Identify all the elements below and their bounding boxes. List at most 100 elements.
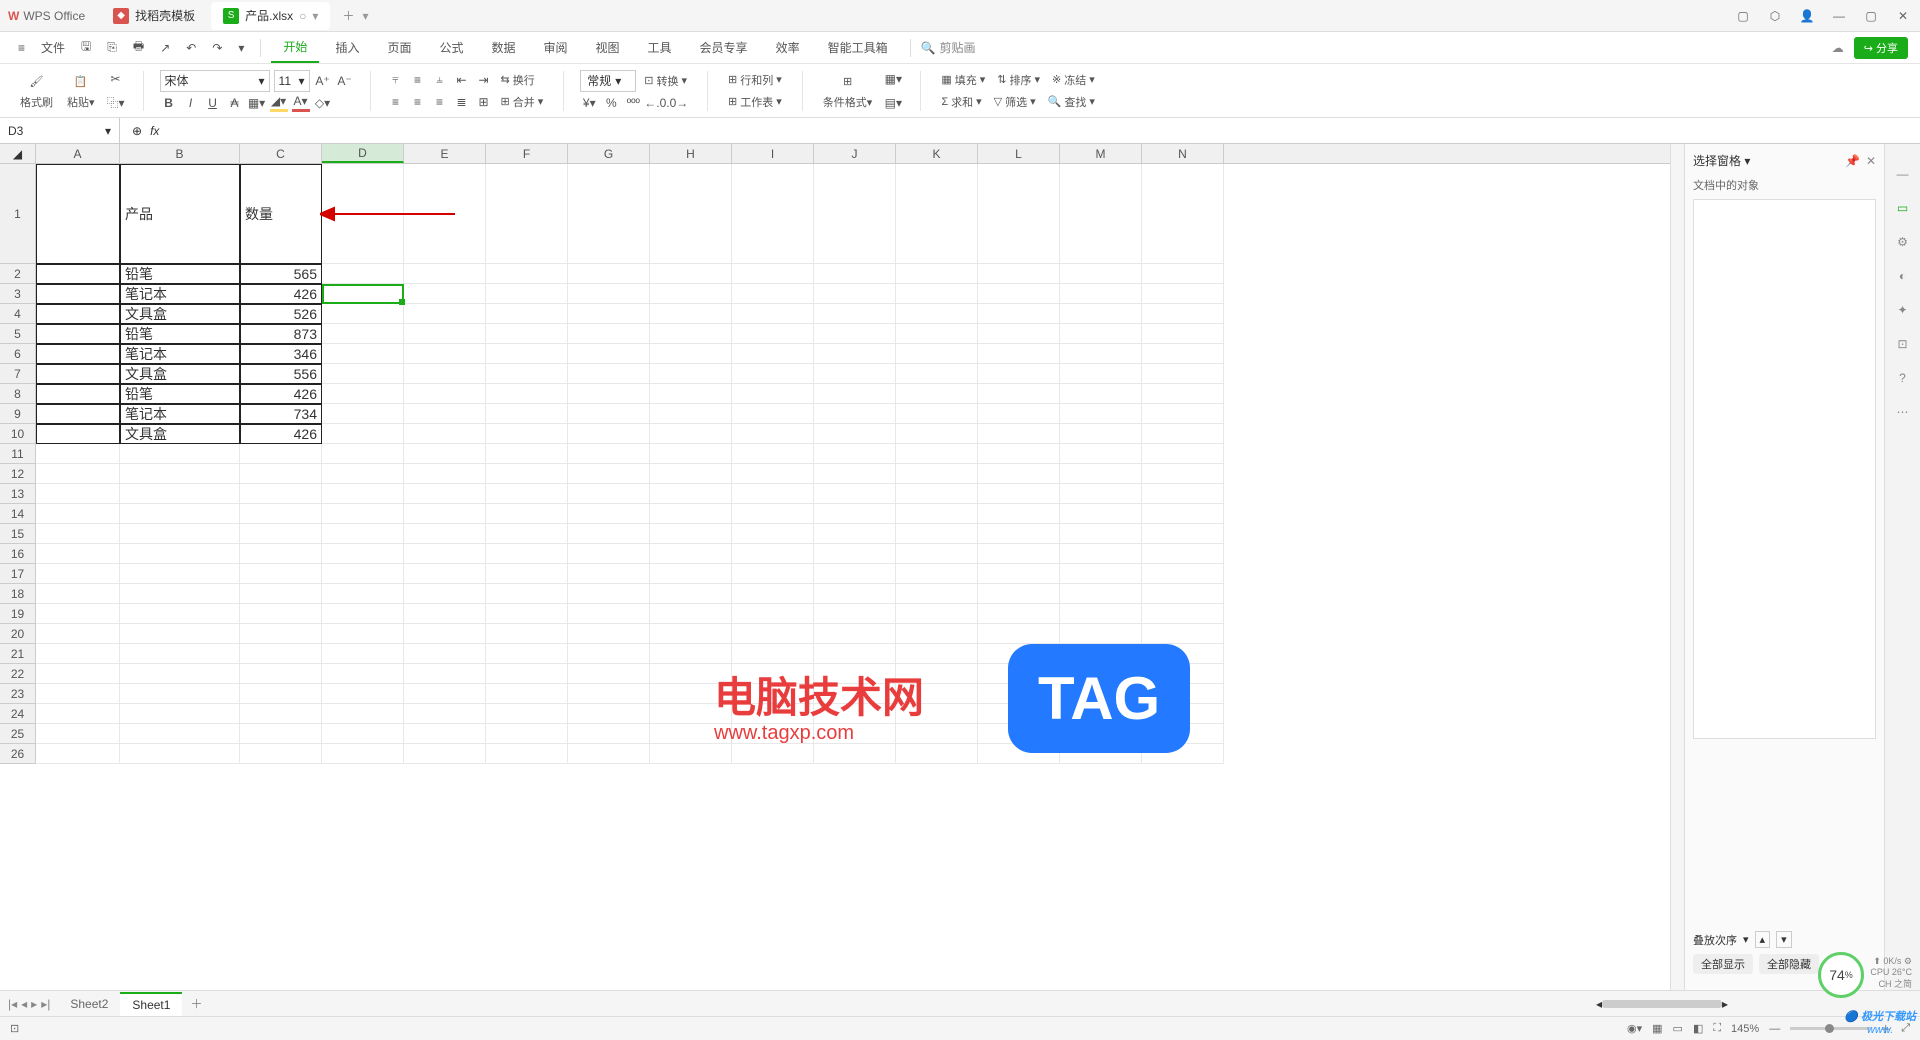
row-header-7[interactable]: 7 xyxy=(0,364,35,384)
cell[interactable]: 铅笔 xyxy=(120,324,240,344)
cell[interactable]: 873 xyxy=(240,324,322,344)
cell[interactable]: 数量 xyxy=(240,164,322,264)
search-text[interactable]: 剪贴画 xyxy=(940,39,976,56)
filter-button[interactable]: ▽筛选▾ xyxy=(990,92,1040,112)
help-tool-icon[interactable]: ? xyxy=(1893,368,1913,388)
zoom-value[interactable]: 145% xyxy=(1731,1023,1759,1035)
row-header-26[interactable]: 26 xyxy=(0,744,35,764)
row-header-3[interactable]: 3 xyxy=(0,284,35,304)
menu-tab-view[interactable]: 视图 xyxy=(584,33,632,62)
spreadsheet-grid[interactable]: ◢ ABCDEFGHIJKLMN 12345678910111213141516… xyxy=(0,144,1684,990)
indent-right-icon[interactable]: ⇥ xyxy=(475,71,493,89)
save-icon[interactable]: 🖫 xyxy=(75,33,97,62)
row-header-22[interactable]: 22 xyxy=(0,664,35,684)
cell[interactable]: 笔记本 xyxy=(120,344,240,364)
menu-tab-review[interactable]: 审阅 xyxy=(532,33,580,62)
row-header-8[interactable]: 8 xyxy=(0,384,35,404)
cell[interactable] xyxy=(36,324,120,344)
horizontal-scrollbar[interactable]: ◂▸ xyxy=(1412,997,1912,1011)
cell[interactable]: 文具盒 xyxy=(120,424,240,444)
show-all-button[interactable]: 全部显示 xyxy=(1693,954,1753,974)
percent-icon[interactable]: % xyxy=(602,94,620,112)
underline-icon[interactable]: U xyxy=(204,94,222,112)
font-grow-icon[interactable]: A⁺ xyxy=(314,72,332,90)
align-left-icon[interactable]: ≡ xyxy=(387,93,405,111)
clear-format-icon[interactable]: ◇▾ xyxy=(314,94,332,112)
cell[interactable]: 产品 xyxy=(120,164,240,264)
style-tool-icon[interactable]: ◐ xyxy=(1893,266,1913,286)
row-header-19[interactable]: 19 xyxy=(0,604,35,624)
cell[interactable]: 铅笔 xyxy=(120,264,240,284)
print-icon[interactable]: ⎘ xyxy=(101,36,123,59)
tab-template[interactable]: ◆ 找稻壳模板 xyxy=(101,2,207,30)
hide-all-button[interactable]: 全部隐藏 xyxy=(1759,954,1819,974)
cell[interactable]: 文具盒 xyxy=(120,364,240,384)
col-header-J[interactable]: J xyxy=(814,144,896,163)
font-name-select[interactable]: 宋体▾ xyxy=(160,70,270,92)
strike-icon[interactable]: ₳ xyxy=(226,94,244,112)
cell[interactable] xyxy=(36,364,120,384)
eye-icon[interactable]: ◉▾ xyxy=(1627,1022,1642,1035)
bold-icon[interactable]: B xyxy=(160,94,178,112)
row-header-23[interactable]: 23 xyxy=(0,684,35,704)
col-header-K[interactable]: K xyxy=(896,144,978,163)
object-list[interactable] xyxy=(1693,199,1876,739)
merge-button[interactable]: ⊞合并▾ xyxy=(497,92,548,112)
align-top-icon[interactable]: ⫧ xyxy=(387,71,405,89)
fx-icon[interactable]: fx xyxy=(150,124,159,138)
hamburger-icon[interactable]: ≡ xyxy=(12,37,31,59)
row-header-14[interactable]: 14 xyxy=(0,504,35,524)
zoom-formula-icon[interactable]: ⊕ xyxy=(132,124,142,138)
row-header-21[interactable]: 21 xyxy=(0,644,35,664)
tab-dropdown-icon[interactable]: ▾ xyxy=(312,9,318,23)
row-header-16[interactable]: 16 xyxy=(0,544,35,564)
fullscreen-icon[interactable]: ⛶ xyxy=(1713,1022,1721,1035)
col-header-N[interactable]: N xyxy=(1142,144,1224,163)
move-down-icon[interactable]: ▾ xyxy=(1776,931,1792,948)
sum-button[interactable]: Σ求和▾ xyxy=(937,92,985,112)
sheet-prev-icon[interactable]: ◂ xyxy=(21,997,27,1011)
select-all-corner[interactable]: ◢ xyxy=(0,144,36,164)
app-icon-2[interactable]: ⬡ xyxy=(1766,7,1784,25)
export-icon[interactable]: ↗ xyxy=(154,37,176,59)
dropdown-icon[interactable]: ▾ xyxy=(232,37,250,59)
zoom-out-icon[interactable]: — xyxy=(1769,1023,1780,1035)
orientation-icon[interactable]: ⊞ xyxy=(475,93,493,111)
col-header-I[interactable]: I xyxy=(732,144,814,163)
row-header-2[interactable]: 2 xyxy=(0,264,35,284)
font-size-select[interactable]: 11▾ xyxy=(274,70,310,92)
align-justify-icon[interactable]: ≣ xyxy=(453,93,471,111)
row-header-1[interactable]: 1 xyxy=(0,164,35,264)
row-header-11[interactable]: 11 xyxy=(0,444,35,464)
sheet-tab-sheet1[interactable]: Sheet1 xyxy=(120,992,182,1016)
cell[interactable] xyxy=(36,384,120,404)
cloud-icon[interactable]: ☁ xyxy=(1832,41,1844,55)
maximize-icon[interactable]: ▢ xyxy=(1862,7,1880,25)
status-left-icon[interactable]: ⊡ xyxy=(10,1022,19,1035)
currency-icon[interactable]: ¥▾ xyxy=(580,94,598,112)
tab-menu-icon[interactable]: ○ xyxy=(299,9,306,23)
row-header-6[interactable]: 6 xyxy=(0,344,35,364)
col-header-L[interactable]: L xyxy=(978,144,1060,163)
add-sheet-button[interactable]: ＋ xyxy=(182,991,210,1016)
cell[interactable] xyxy=(36,164,120,264)
minimize-side-icon[interactable]: — xyxy=(1893,164,1913,184)
menu-tab-start[interactable]: 开始 xyxy=(271,32,319,63)
close-pane-icon[interactable]: ✕ xyxy=(1866,154,1876,168)
font-color-icon[interactable]: A▾ xyxy=(292,94,310,112)
cell[interactable]: 556 xyxy=(240,364,322,384)
decimal-inc-icon[interactable]: ←.0 xyxy=(646,94,664,112)
col-header-E[interactable]: E xyxy=(404,144,486,163)
sheet-next-icon[interactable]: ▸ xyxy=(31,997,37,1011)
cut-icon[interactable]: ✂ xyxy=(105,68,127,90)
page-view-icon[interactable]: ▭ xyxy=(1673,1022,1683,1035)
undo-icon[interactable]: ↶ xyxy=(180,37,202,59)
cell[interactable] xyxy=(36,284,120,304)
col-header-F[interactable]: F xyxy=(486,144,568,163)
cell[interactable]: 526 xyxy=(240,304,322,324)
cell-reference-box[interactable]: D3 ▾ xyxy=(0,118,120,143)
select-tool-icon[interactable]: ▭ xyxy=(1893,198,1913,218)
sheet-first-icon[interactable]: |◂ xyxy=(8,997,17,1011)
cell[interactable] xyxy=(36,424,120,444)
avatar-icon[interactable]: 👤 xyxy=(1798,7,1816,25)
